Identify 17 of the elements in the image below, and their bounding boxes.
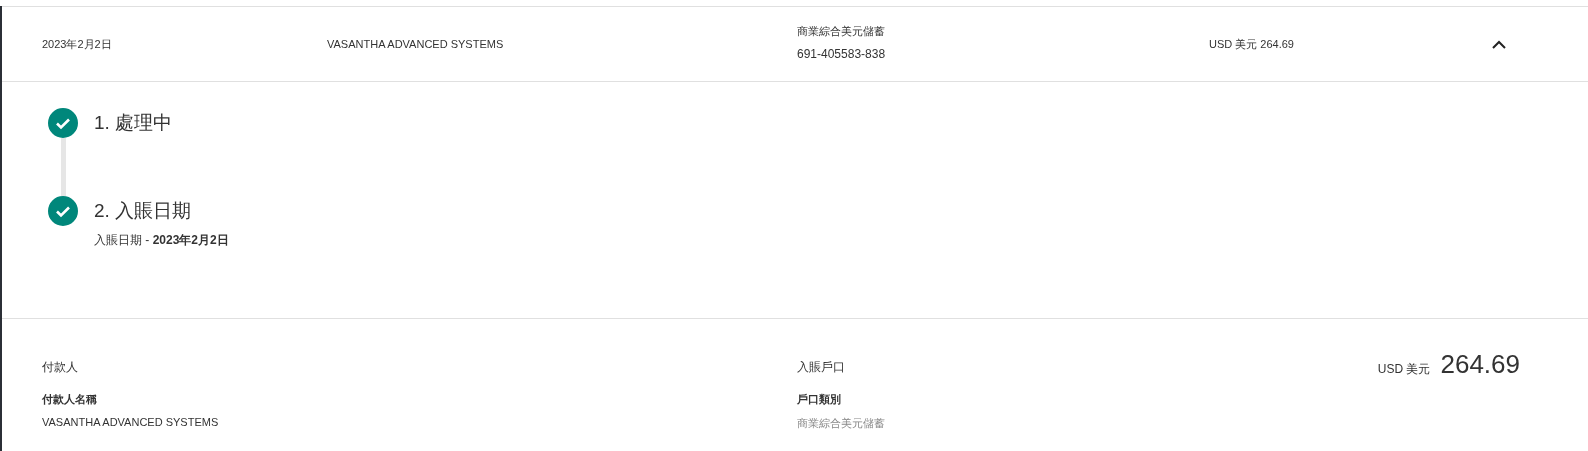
section-heading: 入賬戶口	[797, 359, 846, 376]
step-title: 1. 處理中	[94, 111, 174, 135]
field-value: VASANTHA ADVANCED SYSTEMS	[42, 416, 220, 428]
amount-cell-text: USD 美元 264.69	[1209, 36, 1295, 52]
step-detail: 入賬日期 - 2023年2月2日	[94, 232, 230, 249]
step-title: 2. 入賬日期	[94, 199, 193, 223]
payer-cell-text: VASANTHA ADVANCED SYSTEMS	[327, 38, 505, 50]
section-heading: 付款人	[42, 359, 79, 376]
date-cell-text: 2023年2月2日	[42, 36, 113, 52]
field-value: 商業綜合美元儲蓄	[797, 416, 886, 431]
currency-label: USD 美元	[1377, 361, 1431, 378]
account-type-cell-text: 商業綜合美元儲蓄	[797, 23, 886, 39]
account-number-cell-text: 691-405583-838	[797, 46, 887, 61]
amount-value: 264.69	[1440, 349, 1520, 380]
chevron-icon	[1492, 39, 1506, 49]
field-label: 付款人名稱	[42, 392, 98, 407]
field-label: 戶口類別	[797, 392, 842, 407]
